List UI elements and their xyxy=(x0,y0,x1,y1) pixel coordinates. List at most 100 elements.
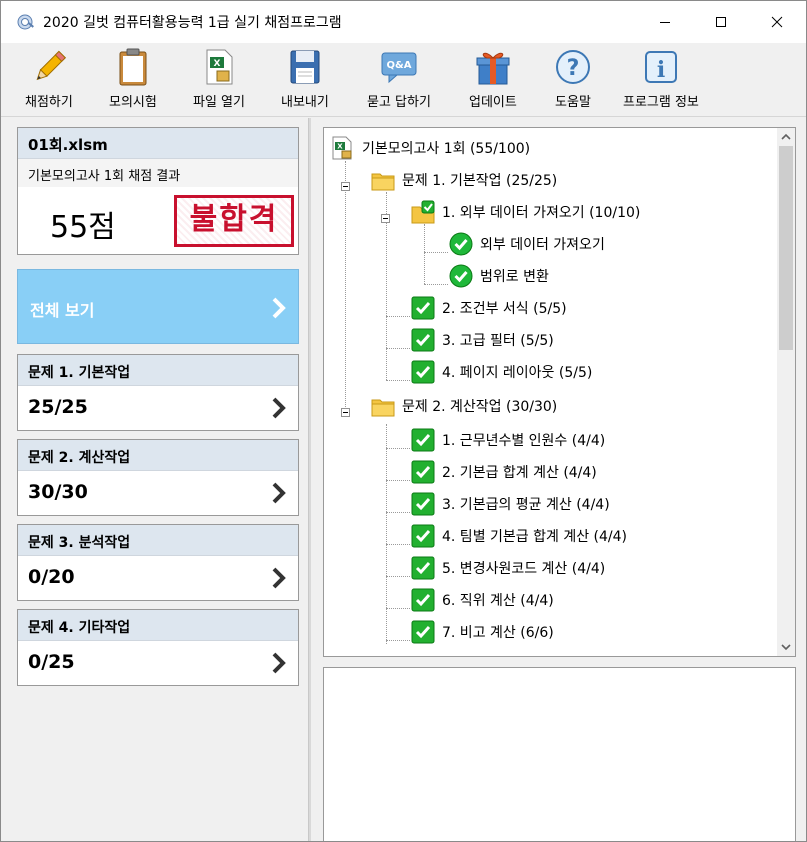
mock-exam-button[interactable]: 모의시험 xyxy=(109,47,157,113)
tree-connector xyxy=(424,224,425,284)
excel-file-icon: X xyxy=(330,135,356,161)
total-score: 55점 xyxy=(50,210,116,245)
checkbox-checked-icon xyxy=(410,459,436,485)
problem-card-2[interactable]: 문제 2. 계산작업 30/30 xyxy=(17,439,299,516)
scroll-thumb[interactable] xyxy=(779,146,793,350)
tree-node-task[interactable]: 4. 팀별 기본급 합계 계산 (4/4) xyxy=(410,522,627,550)
tree-node-label: 범위로 변환 xyxy=(480,269,549,285)
export-button[interactable]: 내보내기 xyxy=(281,47,329,113)
tree-connector xyxy=(386,512,410,513)
tree-node-task[interactable]: 2. 기본급 합계 계산 (4/4) xyxy=(410,458,597,486)
tree-connector xyxy=(424,252,448,253)
tree-node-label: 7. 비고 계산 (6/6) xyxy=(442,625,554,641)
tree-connector xyxy=(386,640,410,641)
collapse-toggle[interactable] xyxy=(341,408,350,417)
chevron-right-icon xyxy=(270,651,288,675)
checkbox-checked-icon xyxy=(410,523,436,549)
tree-scrollbar[interactable] xyxy=(777,128,795,656)
tree-connector xyxy=(386,424,387,644)
tree-connector xyxy=(386,608,410,609)
collapse-toggle[interactable] xyxy=(341,182,350,191)
tree-node-problem-2[interactable]: 문제 2. 계산작업 (30/30) xyxy=(370,392,557,420)
tree-node-subtask[interactable]: 범위로 변환 xyxy=(448,262,549,290)
folder-icon xyxy=(370,167,396,193)
qa-speech-bubble-icon: Q&A xyxy=(379,47,419,87)
help-button[interactable]: ? 도움말 xyxy=(553,47,593,113)
detail-panel xyxy=(323,667,796,841)
svg-text:i: i xyxy=(657,57,665,83)
view-all-button[interactable]: 전체 보기 xyxy=(17,269,299,344)
tree-root[interactable]: X 기본모의고사 1회 (55/100) xyxy=(330,134,530,162)
problem-card-4[interactable]: 문제 4. 기타작업 0/25 xyxy=(17,609,299,686)
toolbar: 채점하기 모의시험 X 파일 열기 내보내기 Q&A 묻고 답하기 업데이트 ?… xyxy=(1,43,806,117)
svg-text:?: ? xyxy=(567,56,580,81)
checkbox-checked-icon xyxy=(410,587,436,613)
tree-node-task[interactable]: 6. 직위 계산 (4/4) xyxy=(410,586,554,614)
checkbox-checked-icon xyxy=(410,359,436,385)
problem-card-3[interactable]: 문제 3. 분석작업 0/20 xyxy=(17,524,299,601)
tree-connector xyxy=(386,316,410,317)
result-card: 01회.xlsm 기본모의고사 1회 채점 결과 55점 불합격 xyxy=(17,127,299,255)
program-info-button[interactable]: i 프로그램 정보 xyxy=(623,47,699,113)
problem-title: 문제 3. 분석작업 xyxy=(18,525,298,556)
tree-node-label: 외부 데이터 가져오기 xyxy=(480,237,605,253)
minimize-button[interactable] xyxy=(637,1,693,43)
tree-node-label: 1. 외부 데이터 가져오기 (10/10) xyxy=(442,205,641,221)
tree-connector xyxy=(386,480,410,481)
collapse-toggle[interactable] xyxy=(381,214,390,223)
chevron-right-icon xyxy=(270,481,288,505)
summary-pane: 01회.xlsm 기본모의고사 1회 채점 결과 55점 불합격 전체 보기 문… xyxy=(1,118,309,841)
detail-pane: X 기본모의고사 1회 (55/100) 문제 1. 기본작업 (25/25) … xyxy=(311,118,806,841)
window-title: 2020 길벗 컴퓨터활용능력 1급 실기 채점프로그램 xyxy=(43,15,342,31)
grade-button[interactable]: 채점하기 xyxy=(25,47,73,113)
problem-card-1[interactable]: 문제 1. 기본작업 25/25 xyxy=(17,354,299,431)
tree-node-task[interactable]: 3. 고급 필터 (5/5) xyxy=(410,326,554,354)
clipboard-icon xyxy=(113,47,153,87)
checkbox-checked-icon xyxy=(410,427,436,453)
problem-score: 25/25 xyxy=(28,396,88,418)
tree-node-task[interactable]: 1. 근무년수별 인원수 (4/4) xyxy=(410,426,605,454)
result-subtitle: 기본모의고사 1회 채점 결과 xyxy=(18,159,298,187)
title-bar: 2020 길벗 컴퓨터활용능력 1급 실기 채점프로그램 xyxy=(1,1,806,43)
tree-node-label: 1. 근무년수별 인원수 (4/4) xyxy=(442,433,606,449)
problem-score: 0/25 xyxy=(28,651,75,673)
tree-node-label: 2. 기본급 합계 계산 (4/4) xyxy=(442,465,597,481)
tree-node-task[interactable]: 4. 페이지 레이아웃 (5/5) xyxy=(410,358,592,386)
chevron-right-icon xyxy=(270,296,288,320)
checkbox-checked-icon xyxy=(410,619,436,645)
tree-node-label: 문제 2. 계산작업 (30/30) xyxy=(402,399,558,415)
scroll-up-icon[interactable] xyxy=(781,133,791,141)
svg-text:X: X xyxy=(214,59,221,69)
tree-node-task[interactable]: 2. 조건부 서식 (5/5) xyxy=(410,294,567,322)
problem-score: 0/20 xyxy=(28,566,75,588)
qa-button[interactable]: Q&A 묻고 답하기 xyxy=(367,47,431,113)
scroll-down-icon[interactable] xyxy=(781,643,791,651)
tree-node-label: 3. 고급 필터 (5/5) xyxy=(442,333,554,349)
gift-box-icon xyxy=(473,47,513,87)
result-file-name: 01회.xlsm xyxy=(18,128,298,159)
tree-node-task[interactable]: 5. 변경사원코드 계산 (4/4) xyxy=(410,554,605,582)
tree-connector xyxy=(345,161,346,413)
tree-node-task-1-1[interactable]: 1. 외부 데이터 가져오기 (10/10) xyxy=(410,198,640,226)
close-icon xyxy=(771,16,783,28)
tree-node-task[interactable]: 7. 비고 계산 (6/6) xyxy=(410,618,554,646)
update-button[interactable]: 업데이트 xyxy=(469,47,517,113)
result-tree[interactable]: X 기본모의고사 1회 (55/100) 문제 1. 기본작업 (25/25) … xyxy=(323,127,796,657)
tree-node-label: 4. 페이지 레이아웃 (5/5) xyxy=(442,365,593,381)
tree-node-label: 2. 조건부 서식 (5/5) xyxy=(442,301,567,317)
open-file-button[interactable]: X 파일 열기 xyxy=(193,47,245,113)
close-button[interactable] xyxy=(749,1,805,43)
checkbox-checked-icon xyxy=(410,491,436,517)
tree-node-task[interactable]: 3. 기본급의 평균 계산 (4/4) xyxy=(410,490,610,518)
view-all-label: 전체 보기 xyxy=(30,301,95,320)
tree-node-subtask[interactable]: 외부 데이터 가져오기 xyxy=(448,230,605,258)
floppy-disk-icon xyxy=(285,47,325,87)
tree-connector xyxy=(386,544,410,545)
maximize-button[interactable] xyxy=(693,1,749,43)
tree-connector xyxy=(386,576,410,577)
question-mark-icon: ? xyxy=(553,47,593,87)
tree-node-problem-1[interactable]: 문제 1. 기본작업 (25/25) xyxy=(370,166,557,194)
check-circle-icon xyxy=(448,263,474,289)
chevron-right-icon xyxy=(270,396,288,420)
problem-title: 문제 2. 계산작업 xyxy=(18,440,298,471)
